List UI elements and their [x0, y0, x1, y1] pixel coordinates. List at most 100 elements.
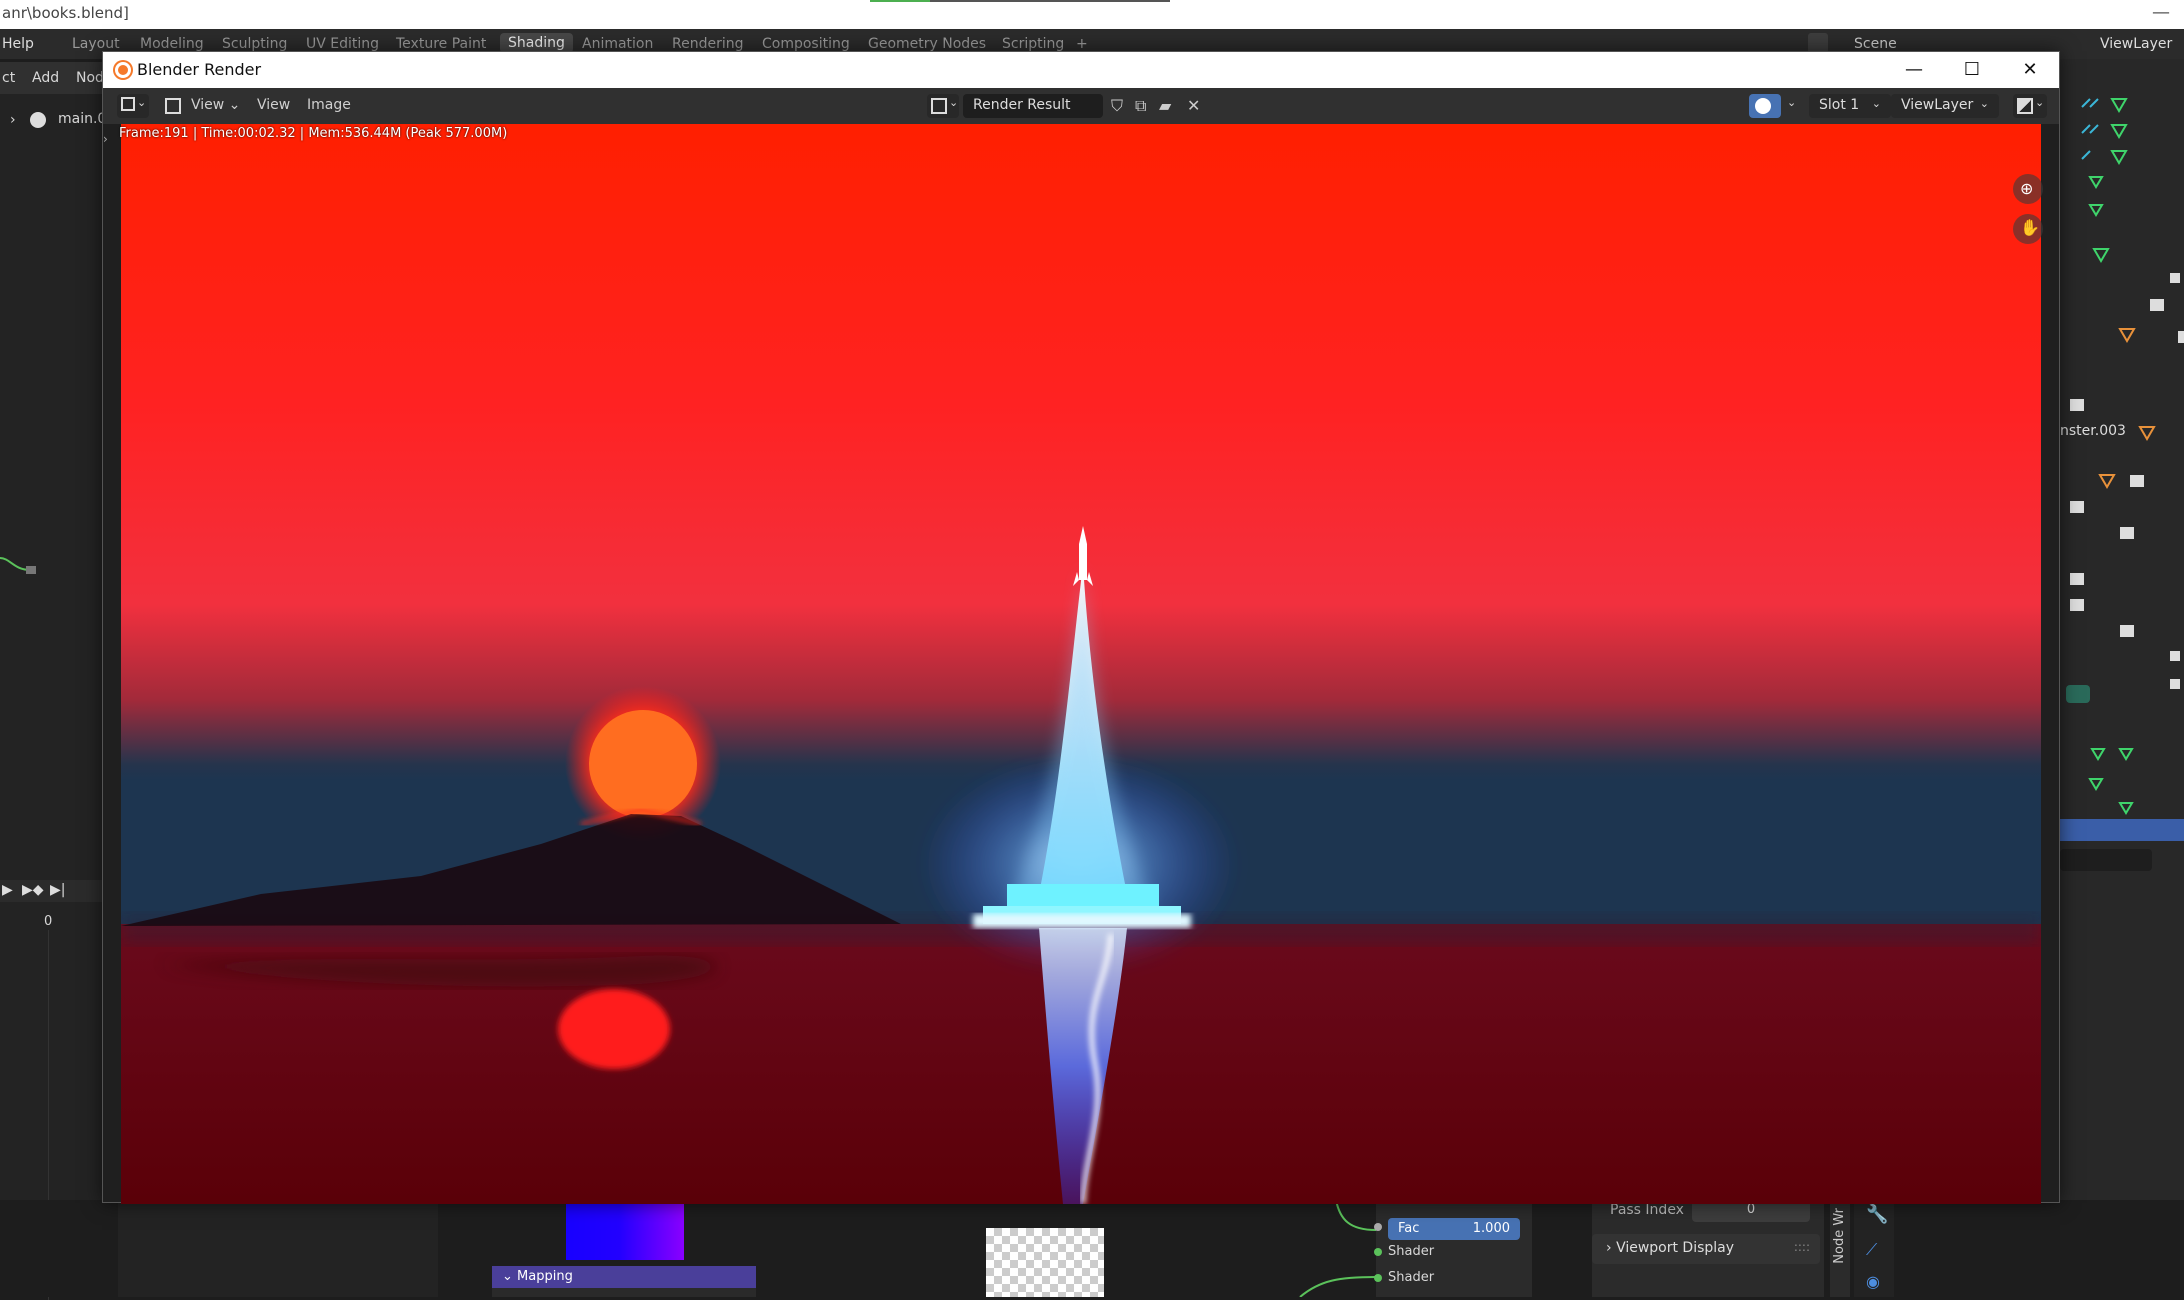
wrench-icon[interactable]: 🔧 [1866, 1204, 1888, 1225]
render-window-titlebar: Blender Render — ☐ ✕ [103, 52, 2059, 88]
tab-sculpting[interactable]: Sculpting [222, 36, 287, 52]
keyframe-jump-icon[interactable]: ▶◆ [22, 882, 44, 898]
chevron-down-icon: ⌄ [2035, 96, 2045, 109]
playback-controls: ▶ ▶◆ ▶| [0, 880, 104, 902]
viewport-display-panel[interactable]: › Viewport Display :::: [1592, 1234, 1820, 1264]
render-image [121, 124, 2041, 1204]
play-icon[interactable]: ▶ [2, 882, 13, 898]
outliner-search-field[interactable] [2060, 849, 2152, 871]
zoom-icon: ⊕ [2020, 179, 2034, 198]
tab-layout[interactable]: Layout [72, 36, 120, 52]
node-wrangler-tab[interactable]: Node Wr [1832, 1208, 1847, 1264]
pan-button[interactable]: ✋ [2013, 214, 2043, 244]
menu-view-mode[interactable]: View ⌄ [191, 97, 240, 113]
outliner-properties-panel: nster.003 [2060, 59, 2184, 1297]
skip-end-icon[interactable]: ▶| [50, 882, 65, 898]
tab-geometry-nodes[interactable]: Geometry Nodes [868, 36, 986, 52]
object-properties: Pass Index 0 › Viewport Display :::: [1592, 1200, 1824, 1297]
minimize-button[interactable]: — [1885, 52, 1943, 88]
menu-node[interactable]: Nod [76, 70, 104, 86]
fake-user-shield-icon[interactable]: ⛉ [1111, 96, 1123, 116]
blender-logo-icon [115, 62, 131, 78]
menu-image[interactable]: Image [307, 97, 351, 113]
duplicate-icon[interactable]: ⧉ [1135, 96, 1146, 116]
scene-label[interactable]: Scene [1854, 36, 1897, 52]
shader-input-1: Shader [1388, 1244, 1435, 1259]
menu-select[interactable]: ct [2, 70, 15, 86]
menu-add[interactable]: Add [32, 70, 59, 86]
physics-icon[interactable]: ◉ [1866, 1272, 1880, 1291]
mix-shader-node[interactable]: Fac 1.000 Shader Shader [1374, 1200, 1532, 1297]
app-titlebar: anr\books.blend] — [0, 0, 2184, 29]
slot-dropdown[interactable]: Slot 1 ⌄ [1809, 94, 1891, 118]
fac-slider[interactable]: Fac 1.000 [1388, 1218, 1520, 1240]
editor-type-button[interactable]: ⌄ [117, 94, 149, 118]
timeline-strip [118, 1200, 438, 1297]
hand-icon: ✋ [2020, 218, 2040, 237]
viewlayer-label[interactable]: ViewLayer [2100, 36, 2172, 52]
sidebar-tabs: Node Wr [1830, 1200, 1850, 1297]
menu-view[interactable]: View [257, 97, 290, 113]
render-pass-button[interactable]: ⌄ [2013, 94, 2047, 118]
chevron-down-icon[interactable]: ⌄ [1787, 96, 1796, 109]
constraint-icon[interactable]: ⟋ [1866, 1240, 1877, 1260]
tab-shading[interactable]: Shading [500, 33, 573, 53]
slot-label: Slot 1 [1819, 97, 1860, 113]
tab-animation[interactable]: Animation [582, 36, 653, 52]
drag-handle-icon[interactable]: :::: [1794, 1240, 1810, 1254]
tab-rendering[interactable]: Rendering [672, 36, 744, 52]
fac-label: Fac [1398, 1221, 1420, 1236]
progress-bar [870, 0, 1170, 2]
display-channels-button[interactable] [1749, 94, 1781, 118]
pass-index-label: Pass Index [1610, 1202, 1684, 1218]
tab-modeling[interactable]: Modeling [140, 36, 204, 52]
close-button[interactable]: ✕ [2001, 52, 2059, 88]
open-folder-icon[interactable]: ▰ [1159, 96, 1171, 115]
tab-scripting[interactable]: Scripting [1002, 36, 1064, 52]
render-pass-icon [2017, 98, 2033, 114]
app-title: anr\books.blend] [2, 4, 129, 22]
outliner-icons [2066, 98, 2184, 841]
shader-socket-2[interactable] [1374, 1274, 1382, 1282]
bottom-area: ⌄ Mapping Fac 1.000 Shader Shader Pass I… [0, 1200, 2184, 1297]
viewlayer-dropdown-label: ViewLayer [1901, 97, 1974, 113]
frame-number: 0 [44, 914, 53, 929]
minimize-icon[interactable]: — [2152, 2, 2170, 23]
tab-compositing[interactable]: Compositing [762, 36, 850, 52]
image-browse-icon [931, 98, 947, 114]
mapping-node[interactable]: ⌄ Mapping [492, 1266, 756, 1297]
unlink-icon[interactable]: ✕ [1187, 96, 1200, 115]
menu-help[interactable]: Help [2, 36, 34, 52]
mapping-label: Mapping [517, 1269, 573, 1284]
properties-tabs: 🔧 ⟋ ◉ [1854, 1200, 1894, 1297]
shader-input-2: Shader [1388, 1270, 1435, 1285]
selected-outliner-row[interactable] [2060, 819, 2184, 841]
fac-socket[interactable] [1374, 1223, 1382, 1231]
object-label[interactable]: nster.003 [2060, 423, 2126, 439]
add-workspace-button[interactable]: + [1076, 36, 1088, 52]
render-stats: Frame:191 | Time:00:02.32 | Mem:536.44M … [119, 126, 508, 141]
image-browse-button[interactable]: ⌄ [927, 94, 959, 118]
left-panel: › main.0 ▶ ▶◆ ▶| 0 [0, 94, 106, 1300]
expand-icon[interactable]: › [10, 112, 16, 128]
color-ramp-preview [566, 1200, 684, 1260]
chevron-down-icon: ⌄ [949, 96, 959, 109]
image-name-field[interactable]: Render Result [963, 94, 1103, 118]
mapping-node-header[interactable]: ⌄ Mapping [492, 1266, 756, 1288]
zoom-button[interactable]: ⊕ [2013, 174, 2043, 204]
viewport-display-label: › Viewport Display [1606, 1240, 1735, 1256]
scene-icon[interactable] [1808, 33, 1828, 53]
sidebar-toggle-icon[interactable]: › [103, 132, 108, 146]
tab-uv-editing[interactable]: UV Editing [306, 36, 379, 52]
tab-texture-paint[interactable]: Texture Paint [396, 36, 486, 52]
shader-socket-1[interactable] [1374, 1248, 1382, 1256]
render-result-image[interactable] [121, 124, 2041, 1204]
viewlayer-dropdown[interactable]: ViewLayer ⌄ [1891, 94, 1999, 118]
view-mode-icon[interactable] [163, 94, 183, 118]
color-alpha-icon [1755, 98, 1771, 114]
image-editor-header: ⌄ View ⌄ View Image ⌄ Render Result ⛉ ⧉ … [103, 88, 2059, 124]
maximize-button[interactable]: ☐ [1943, 52, 2001, 88]
node-links [1299, 1200, 1377, 1297]
scene-sphere-icon [30, 112, 46, 128]
outliner-item[interactable]: main.0 [58, 111, 106, 127]
